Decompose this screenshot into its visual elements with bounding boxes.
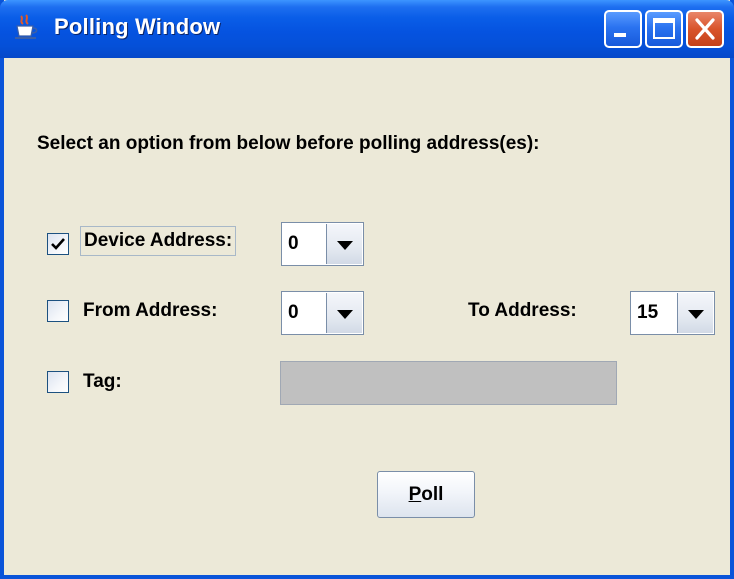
device-address-checkbox[interactable] (47, 233, 69, 255)
java-cup-icon (12, 13, 42, 43)
from-address-value: 0 (288, 302, 299, 323)
chevron-down-icon (337, 241, 353, 250)
poll-button[interactable]: Poll (377, 471, 475, 518)
checkmark-icon (51, 238, 65, 250)
tag-input (280, 361, 617, 405)
instruction-text: Select an option from below before polli… (37, 133, 540, 154)
window-content: Select an option from below before polli… (4, 58, 730, 575)
maximize-icon (653, 18, 675, 39)
poll-button-label: oll (421, 483, 444, 505)
maximize-button[interactable] (645, 10, 683, 48)
polling-window: Polling Window Select an option from bel… (0, 0, 734, 579)
window-title: Polling Window (54, 14, 221, 39)
from-address-combo[interactable]: 0 (281, 291, 364, 335)
title-bar[interactable]: Polling Window (0, 0, 734, 58)
device-address-label[interactable]: Device Address: (80, 226, 237, 256)
poll-button-mnemonic: P (408, 483, 422, 505)
tag-label[interactable]: Tag: (83, 371, 122, 393)
device-address-combo[interactable]: 0 (281, 222, 364, 266)
device-address-dropdown-button[interactable] (326, 224, 362, 264)
to-address-dropdown-button[interactable] (677, 293, 713, 333)
from-address-dropdown-button[interactable] (326, 293, 362, 333)
minimize-icon (614, 33, 626, 37)
to-address-combo[interactable]: 15 (630, 291, 715, 335)
tag-checkbox[interactable] (47, 371, 69, 393)
device-address-value: 0 (288, 233, 299, 254)
close-button[interactable] (686, 10, 724, 48)
close-icon (695, 18, 715, 40)
from-address-label[interactable]: From Address: (83, 300, 217, 322)
chevron-down-icon (688, 310, 704, 319)
to-address-label: To Address: (468, 300, 577, 321)
minimize-button[interactable] (604, 10, 642, 48)
from-address-checkbox[interactable] (47, 300, 69, 322)
chevron-down-icon (337, 310, 353, 319)
to-address-value: 15 (637, 302, 659, 323)
